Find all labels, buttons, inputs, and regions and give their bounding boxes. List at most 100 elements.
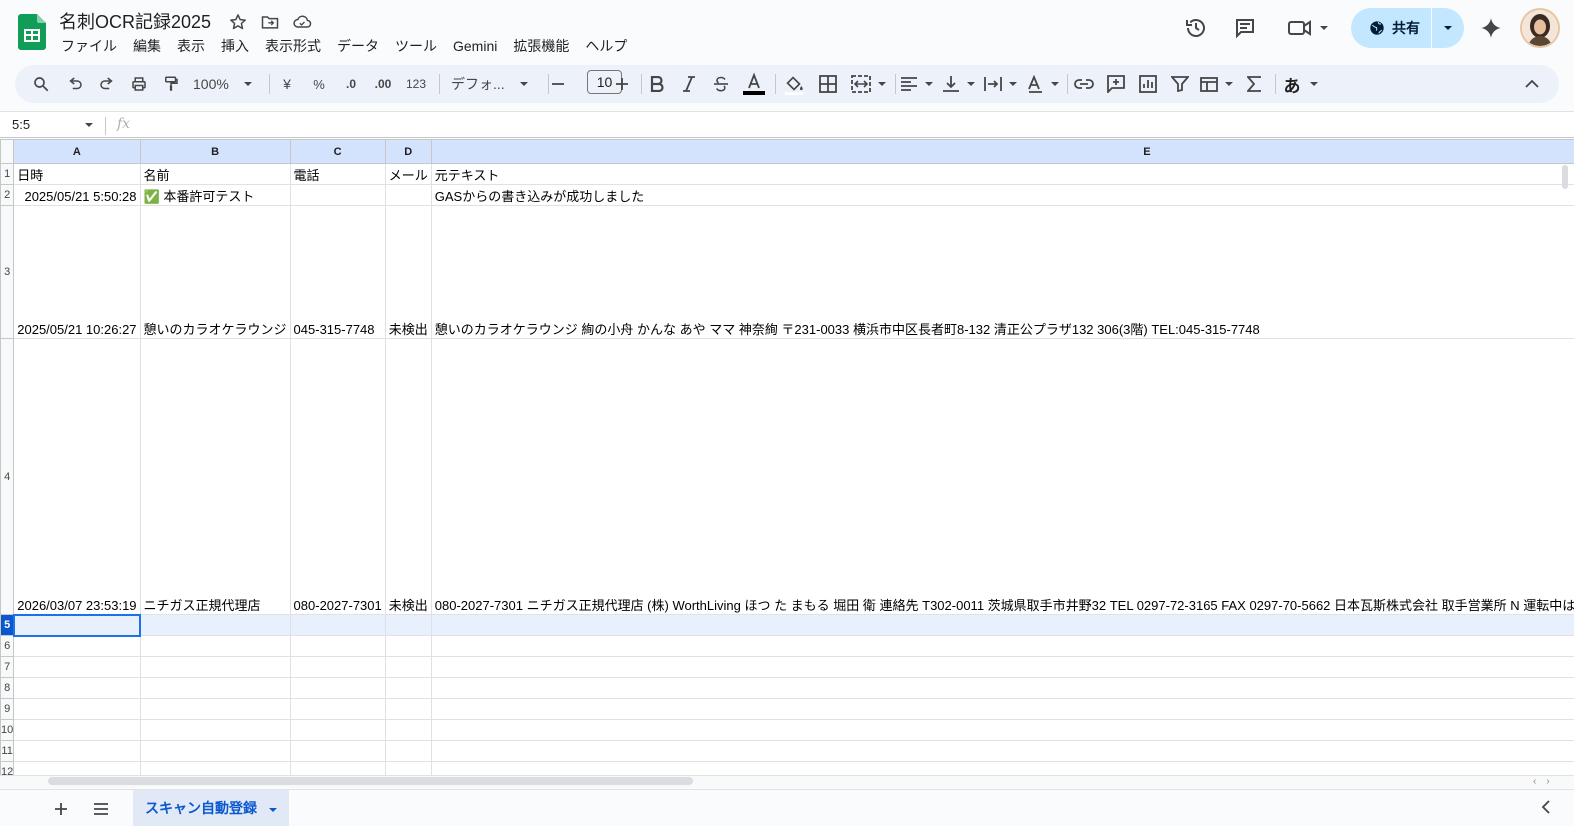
- cell-a1[interactable]: 日時: [14, 164, 140, 185]
- search-menus-icon[interactable]: [25, 69, 57, 99]
- menu-extensions[interactable]: 拡張機能: [505, 36, 577, 56]
- share-main[interactable]: 共有: [1351, 8, 1431, 48]
- cell-e7[interactable]: [431, 657, 1574, 678]
- input-tools-button[interactable]: あ: [1281, 69, 1321, 99]
- row-header[interactable]: 12: [1, 762, 14, 776]
- row-header[interactable]: 11: [1, 741, 14, 762]
- cell-b6[interactable]: [140, 636, 290, 657]
- cell-e5[interactable]: [431, 615, 1574, 636]
- redo-icon[interactable]: [93, 69, 121, 99]
- document-title[interactable]: 名刺OCR記録2025: [59, 8, 211, 34]
- comments-icon[interactable]: [1231, 14, 1259, 42]
- bold-icon[interactable]: [645, 69, 669, 99]
- cell-d9[interactable]: [385, 699, 431, 720]
- cell-b3[interactable]: 憩いのカラオケラウンジ: [140, 206, 290, 339]
- row-header[interactable]: 8: [1, 678, 14, 699]
- cell-b2[interactable]: ✅ 本番許可テスト: [140, 185, 290, 206]
- account-avatar[interactable]: [1520, 8, 1560, 48]
- column-header-b[interactable]: B: [140, 140, 290, 164]
- cell-c1[interactable]: 電話: [290, 164, 385, 185]
- menu-edit[interactable]: 編集: [125, 36, 169, 56]
- cell-e4[interactable]: 080-2027-7301 ニチガス正規代理店 (株) WorthLiving …: [431, 339, 1574, 615]
- sheet-tab-menu-icon[interactable]: [268, 805, 278, 815]
- functions-sigma-icon[interactable]: [1241, 69, 1267, 99]
- cell-e11[interactable]: [431, 741, 1574, 762]
- cell-a7[interactable]: [14, 657, 140, 678]
- cell-c11[interactable]: [290, 741, 385, 762]
- cell-d4[interactable]: 未検出: [385, 339, 431, 615]
- cell-d5[interactable]: [385, 615, 431, 636]
- cell-a10[interactable]: [14, 720, 140, 741]
- decrease-font-size-icon[interactable]: [547, 69, 569, 99]
- share-dropdown-icon[interactable]: [1432, 8, 1464, 48]
- scroll-left-icon[interactable]: ‹: [1533, 776, 1536, 787]
- fill-color-icon[interactable]: [781, 69, 807, 99]
- cell-e2[interactable]: GASからの書き込みが成功しました: [431, 185, 1574, 206]
- print-icon[interactable]: [125, 69, 153, 99]
- cell-a3[interactable]: 2025/05/21 10:26:27: [14, 206, 140, 339]
- row-header[interactable]: 1: [1, 164, 14, 185]
- cell-c6[interactable]: [290, 636, 385, 657]
- more-formats-button[interactable]: 123: [401, 69, 431, 99]
- insert-comment-icon[interactable]: [1103, 69, 1129, 99]
- horizontal-align-icon[interactable]: [899, 69, 935, 99]
- chevron-down-icon[interactable]: [84, 120, 94, 130]
- cell-b4[interactable]: ニチガス正規代理店: [140, 339, 290, 615]
- increase-decimal-button[interactable]: .00: [369, 69, 397, 99]
- increase-font-size-icon[interactable]: [611, 69, 633, 99]
- menu-format[interactable]: 表示形式: [257, 36, 329, 56]
- cell-a4[interactable]: 2026/03/07 23:53:19: [14, 339, 140, 615]
- cell-b5[interactable]: [140, 615, 290, 636]
- column-header-a[interactable]: A: [14, 140, 140, 164]
- insert-link-icon[interactable]: [1071, 69, 1097, 99]
- zoom-select[interactable]: 100%: [193, 69, 259, 99]
- row-header[interactable]: 9: [1, 699, 14, 720]
- row-header[interactable]: 3: [1, 206, 14, 339]
- cell-a8[interactable]: [14, 678, 140, 699]
- table-view-icon[interactable]: [1199, 69, 1235, 99]
- cell-e9[interactable]: [431, 699, 1574, 720]
- cell-e12[interactable]: [431, 762, 1574, 776]
- row-header[interactable]: 2: [1, 185, 14, 206]
- sheets-logo-icon[interactable]: [18, 14, 46, 50]
- column-header-c[interactable]: C: [290, 140, 385, 164]
- column-header-e[interactable]: E: [431, 140, 1574, 164]
- undo-icon[interactable]: [61, 69, 89, 99]
- cell-e6[interactable]: [431, 636, 1574, 657]
- cell-b11[interactable]: [140, 741, 290, 762]
- cell-e10[interactable]: [431, 720, 1574, 741]
- cell-c9[interactable]: [290, 699, 385, 720]
- percent-format-button[interactable]: %: [309, 69, 329, 99]
- horizontal-scrollbar[interactable]: [48, 777, 693, 785]
- sheet-tab-active[interactable]: スキャン自動登録: [133, 790, 289, 826]
- row-header-selected[interactable]: 5: [1, 615, 14, 636]
- scroll-right-icon[interactable]: ›: [1546, 776, 1549, 787]
- currency-format-button[interactable]: ¥: [277, 69, 297, 99]
- cell-b8[interactable]: [140, 678, 290, 699]
- decrease-decimal-button[interactable]: .0: [337, 69, 365, 99]
- cell-d3[interactable]: 未検出: [385, 206, 431, 339]
- formula-input[interactable]: [145, 117, 1545, 135]
- cell-e8[interactable]: [431, 678, 1574, 699]
- row-header[interactable]: 6: [1, 636, 14, 657]
- menu-file[interactable]: ファイル: [53, 36, 125, 56]
- text-color-icon[interactable]: [741, 69, 767, 99]
- menu-tools[interactable]: ツール: [387, 36, 445, 56]
- italic-icon[interactable]: [677, 69, 701, 99]
- row-header[interactable]: 7: [1, 657, 14, 678]
- menu-view[interactable]: 表示: [169, 36, 213, 56]
- strikethrough-icon[interactable]: [709, 69, 733, 99]
- filter-icon[interactable]: [1167, 69, 1193, 99]
- star-icon[interactable]: [228, 12, 248, 32]
- cell-c4[interactable]: 080-2027-7301: [290, 339, 385, 615]
- collapse-menus-icon[interactable]: [1519, 69, 1545, 99]
- borders-icon[interactable]: [815, 69, 841, 99]
- cell-b1[interactable]: 名前: [140, 164, 290, 185]
- paint-format-icon[interactable]: [157, 69, 185, 99]
- vertical-scrollbar[interactable]: [1562, 165, 1568, 189]
- menu-insert[interactable]: 挿入: [213, 36, 257, 56]
- text-rotation-icon[interactable]: [1025, 69, 1061, 99]
- cell-a6[interactable]: [14, 636, 140, 657]
- menu-help[interactable]: ヘルプ: [577, 36, 635, 56]
- cell-c8[interactable]: [290, 678, 385, 699]
